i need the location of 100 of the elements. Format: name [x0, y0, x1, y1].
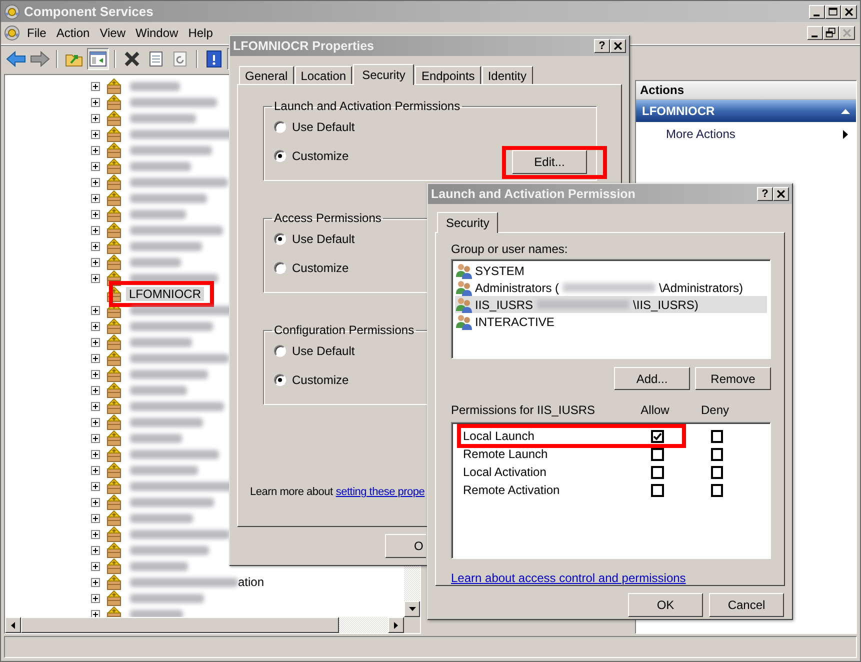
- panel-icon[interactable]: [87, 48, 109, 70]
- expand-icon[interactable]: [91, 610, 100, 617]
- radio-button[interactable]: [274, 374, 286, 386]
- expand-icon[interactable]: [91, 82, 100, 90]
- scroll-right-button[interactable]: [388, 617, 404, 633]
- scroll-left-button[interactable]: [5, 617, 21, 633]
- checkbox[interactable]: [710, 448, 723, 460]
- checkbox[interactable]: [651, 484, 664, 496]
- scrollbar[interactable]: [5, 617, 404, 633]
- dialog-button[interactable]: Cancel: [709, 593, 784, 617]
- expand-icon[interactable]: [91, 578, 100, 586]
- user-list[interactable]: SYSTEM Administrators ( \Administrators) IIS_IUSRS \IIS_IUSRS) INTERACTIVE: [451, 259, 771, 359]
- action-link[interactable]: More Actions: [666, 127, 736, 141]
- expand-icon[interactable]: [91, 98, 100, 106]
- tab[interactable]: Security: [353, 64, 414, 85]
- expand-icon[interactable]: [91, 434, 100, 442]
- tab[interactable]: Security: [437, 212, 498, 233]
- help-link[interactable]: Learn about access control and permissions: [451, 571, 686, 585]
- help-button[interactable]: ?: [757, 187, 773, 201]
- user-row[interactable]: IIS_IUSRS \IIS_IUSRS): [455, 296, 767, 313]
- maximize-button[interactable]: [825, 4, 841, 18]
- user-row[interactable]: SYSTEM: [455, 262, 767, 279]
- expand-icon[interactable]: [91, 450, 100, 458]
- close-button[interactable]: [610, 39, 626, 53]
- expand-icon[interactable]: [91, 242, 100, 250]
- forward-arrow-icon[interactable]: [29, 48, 51, 70]
- expand-icon[interactable]: [91, 594, 100, 602]
- close-button[interactable]: [841, 4, 857, 18]
- expand-icon[interactable]: [91, 466, 100, 474]
- expand-icon[interactable]: [91, 354, 100, 362]
- dialog-button[interactable]: OK: [628, 593, 703, 617]
- checkbox[interactable]: [710, 430, 723, 442]
- close-button[interactable]: [773, 187, 789, 201]
- checkbox[interactable]: [710, 484, 723, 496]
- edit-button[interactable]: Edit...: [512, 150, 587, 174]
- tab[interactable]: Endpoints: [415, 66, 481, 84]
- expand-icon[interactable]: [91, 482, 100, 490]
- checkbox[interactable]: [710, 466, 723, 478]
- expand-icon[interactable]: [91, 210, 100, 218]
- radio-button[interactable]: [274, 121, 286, 133]
- expand-icon[interactable]: [91, 146, 100, 154]
- expand-icon[interactable]: [91, 546, 100, 554]
- expand-icon[interactable]: [91, 418, 100, 426]
- expand-icon[interactable]: [91, 226, 100, 234]
- tab[interactable]: General: [239, 66, 294, 84]
- radio-button[interactable]: [274, 345, 286, 357]
- list-button[interactable]: Remove: [695, 367, 771, 390]
- checkbox[interactable]: [650, 430, 664, 442]
- menu-item[interactable]: File: [22, 24, 52, 42]
- caret-icon: [408, 607, 416, 611]
- radio-button[interactable]: [274, 150, 286, 162]
- expand-icon[interactable]: [91, 402, 100, 410]
- scroll-down-button[interactable]: [404, 601, 420, 617]
- permission-name: Local Launch: [463, 429, 536, 443]
- minimize-button[interactable]: [807, 26, 823, 40]
- blurred-label: [130, 210, 186, 218]
- expand-icon[interactable]: [91, 562, 100, 570]
- expand-icon[interactable]: [91, 338, 100, 346]
- package-icon: [106, 158, 122, 174]
- back-arrow-icon[interactable]: [5, 48, 27, 70]
- expand-icon[interactable]: [91, 130, 100, 138]
- group-title: Access Permissions: [273, 211, 382, 225]
- restore-button[interactable]: [823, 26, 839, 40]
- help-link[interactable]: setting these prope: [336, 486, 425, 498]
- expand-icon[interactable]: [91, 322, 100, 330]
- expand-icon[interactable]: [91, 370, 100, 378]
- close-button[interactable]: [839, 26, 855, 40]
- tab[interactable]: Identity: [482, 66, 533, 84]
- radio-label: Customize: [292, 261, 349, 275]
- group-title: Configuration Permissions: [273, 323, 416, 337]
- expand-icon[interactable]: [91, 498, 100, 506]
- expand-icon[interactable]: [91, 530, 100, 538]
- section-header[interactable]: LFOMNIOCR: [636, 100, 856, 122]
- menu-item[interactable]: View: [94, 24, 130, 42]
- help-button[interactable]: ?: [594, 39, 610, 53]
- expand-icon[interactable]: [91, 274, 100, 282]
- tree-item[interactable]: LFOMNIOCR: [126, 287, 204, 301]
- menu-item[interactable]: Help: [183, 24, 218, 42]
- menu-item[interactable]: Window: [130, 24, 184, 42]
- ok-button[interactable]: O: [385, 534, 426, 558]
- expand-icon[interactable]: [91, 386, 100, 394]
- radio-button[interactable]: [274, 233, 286, 245]
- user-row[interactable]: INTERACTIVE: [455, 313, 767, 330]
- checkbox[interactable]: [651, 466, 664, 478]
- expand-icon[interactable]: [91, 178, 100, 186]
- user-row[interactable]: Administrators ( \Administrators): [455, 279, 767, 296]
- collapse-icon[interactable]: [841, 108, 850, 114]
- expand-icon[interactable]: [91, 114, 100, 122]
- radio-button[interactable]: [274, 262, 286, 274]
- expand-icon[interactable]: [91, 162, 100, 170]
- expand-icon[interactable]: [91, 306, 100, 314]
- scroll-thumb[interactable]: [21, 617, 339, 633]
- checkbox[interactable]: [651, 448, 664, 460]
- tab[interactable]: Location: [294, 66, 352, 84]
- expand-icon[interactable]: [91, 258, 100, 266]
- list-button[interactable]: Add...: [614, 367, 690, 390]
- minimize-button[interactable]: [809, 4, 825, 18]
- menu-item[interactable]: Action: [51, 24, 95, 42]
- expand-icon[interactable]: [91, 514, 100, 522]
- expand-icon[interactable]: [91, 194, 100, 202]
